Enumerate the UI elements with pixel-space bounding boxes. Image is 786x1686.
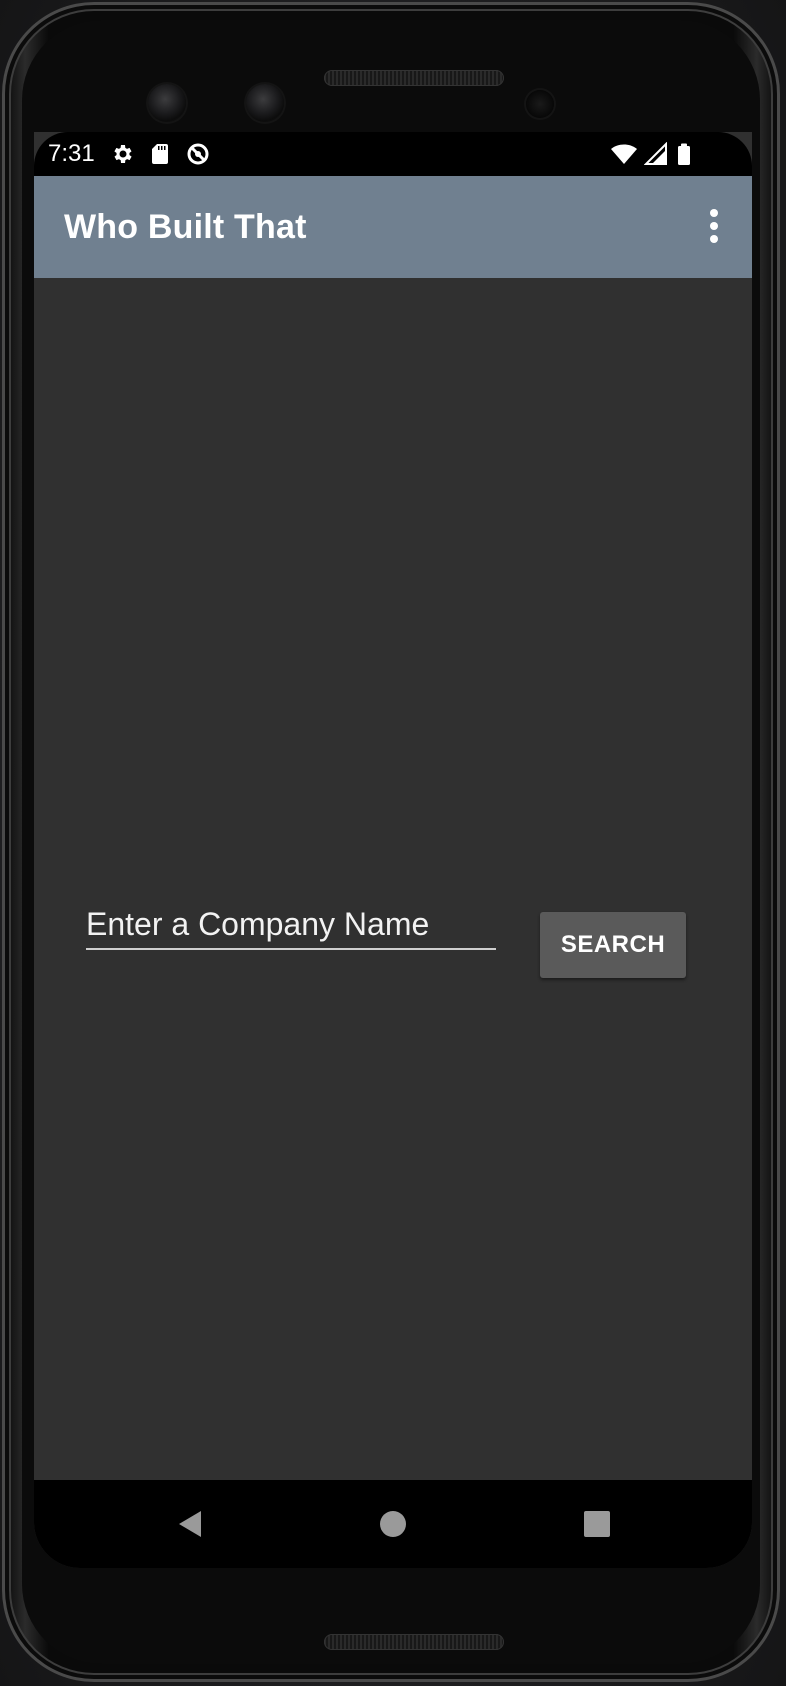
status-time: 7:31 — [48, 140, 95, 167]
menu-dot — [710, 209, 718, 217]
front-camera-icon — [148, 84, 186, 122]
main-content: SEARCH — [34, 278, 752, 1480]
app-screen: 7:31 Who Built That Enter a Company Name… — [34, 132, 752, 1568]
data-saver-icon — [187, 143, 209, 165]
battery-icon — [678, 143, 690, 165]
phone-frame: 7:31 Who Built That Enter a Company Name… — [2, 2, 780, 1682]
proximity-sensor-icon — [526, 90, 554, 118]
cell-signal-icon — [644, 142, 667, 165]
sd-card-icon — [152, 144, 168, 164]
earpiece-speaker — [324, 70, 504, 86]
home-icon[interactable] — [371, 1502, 415, 1546]
overflow-menu-icon[interactable] — [694, 206, 734, 246]
menu-dot — [710, 235, 718, 243]
device-background: 7:31 Who Built That Enter a Company Name… — [0, 0, 786, 1686]
gear-icon — [114, 145, 132, 163]
menu-dot — [710, 222, 718, 230]
status-bar: 7:31 — [34, 132, 752, 176]
back-icon[interactable] — [168, 1502, 212, 1546]
navigation-bar — [34, 1480, 752, 1568]
bottom-speaker — [324, 1634, 504, 1650]
front-sensor-icon — [246, 84, 284, 122]
company-name-input[interactable] — [86, 900, 496, 950]
wifi-icon — [611, 144, 637, 164]
app-bar: Who Built That — [34, 176, 752, 278]
search-button[interactable]: SEARCH — [540, 912, 686, 978]
recents-icon[interactable] — [575, 1502, 619, 1546]
app-title: Who Built That — [64, 208, 307, 246]
